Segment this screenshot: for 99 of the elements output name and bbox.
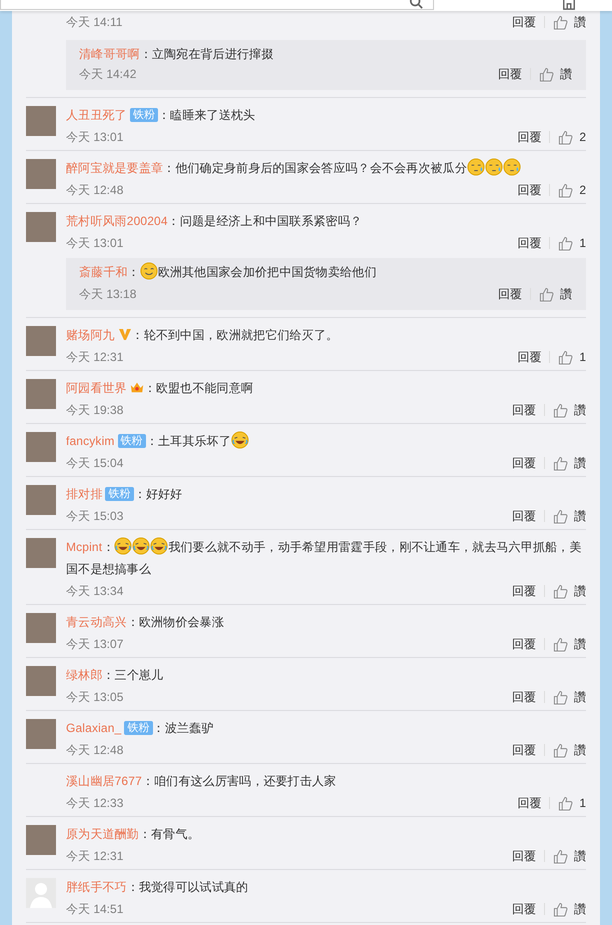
comment-time: 今天 12:33 [66, 794, 124, 812]
like-button[interactable]: 讚 [553, 508, 586, 524]
laughing-emoji-icon [230, 431, 249, 449]
comment-time: 今天 13:18 [79, 286, 136, 302]
comment-time: 今天 14:11 [66, 14, 122, 30]
like-button[interactable]: 1 [558, 236, 586, 250]
reply-link[interactable]: 回覆 [512, 14, 536, 30]
comment-text: 胖纸手不巧：我觉得可以试试真的 [66, 879, 250, 896]
comment-time: 今天 14:42 [79, 66, 136, 82]
comment-time: 今天 12:31 [66, 348, 124, 366]
reply-link[interactable]: 回覆 [517, 348, 542, 366]
reply-link[interactable]: 回覆 [512, 688, 536, 706]
thumbs-up-icon [558, 350, 574, 364]
sweat-emoji-icon [502, 158, 521, 176]
thumbs-up-icon [553, 456, 568, 470]
comment-time: 今天 13:07 [66, 636, 124, 652]
reply-link[interactable]: 回覆 [512, 454, 536, 472]
reply-link[interactable]: 回覆 [512, 636, 536, 652]
thumbs-up-icon [558, 130, 574, 144]
comment-text: 阿园看世界 ：欧盟也不能同意啊 [66, 379, 254, 397]
thumbs-up-icon [553, 584, 568, 598]
comment-time: 今天 12:48 [66, 742, 124, 758]
thumbs-up-icon [553, 848, 568, 864]
like-button[interactable]: 讚 [539, 286, 572, 302]
reply-link[interactable]: 回覆 [512, 848, 536, 864]
reply-link[interactable]: 回覆 [517, 182, 542, 198]
like-button[interactable]: 讚 [539, 66, 572, 82]
like-button[interactable]: 讚 [553, 848, 586, 864]
comment-text: 人丑丑死了 铁粉 ：瞌睡来了送枕头 [66, 107, 256, 124]
comment-time: 今天 14:51 [66, 900, 124, 918]
fan-badge: 铁粉 [118, 434, 146, 448]
laughing-emoji-icon [132, 537, 150, 555]
thumbs-up-icon [539, 66, 554, 82]
like-button[interactable]: 2 [558, 130, 586, 144]
comment-text: 斎藤千和： 欧洲其他国家会加价把中国货物卖给他们 [79, 261, 572, 283]
comment-time: 今天 15:04 [66, 454, 124, 472]
comment-text: 青云动高兴：欧洲物价会暴涨 [66, 614, 225, 631]
comment-text: 绿林郎：三个崽儿 [66, 667, 164, 684]
comment-text: 赌场阿九 ：轮不到中国，欧洲就把它们给灭了。 [66, 326, 340, 344]
comment-text: Mcpint： 我们要么就不动手，动手希望用雷霆手段，刚不让通车，就去马六甲抓船，美国不是想搞事么 [66, 536, 586, 580]
thumbs-up-icon [558, 796, 574, 810]
comment-text: 醉阿宝就是要盖章：他们确定身前身后的国家会答应吗？会不会再次被瓜分 [66, 157, 586, 179]
like-button[interactable]: 2 [558, 182, 586, 198]
thumbs-up-icon [539, 286, 554, 302]
comment-text: Galaxian_ 铁粉 ：波兰蠢驴 [66, 720, 214, 737]
home-icon[interactable] [562, 0, 576, 10]
reply-link[interactable]: 回覆 [517, 794, 542, 812]
like-button[interactable]: 讚 [553, 14, 586, 30]
reply-link[interactable]: 回覆 [517, 234, 542, 252]
comment-time: 今天 13:05 [66, 688, 124, 706]
thumbs-up-icon [553, 690, 568, 704]
v-badge-icon [118, 327, 132, 341]
comment-time: 今天 15:03 [66, 508, 124, 524]
comment-time: 今天 19:38 [66, 402, 124, 418]
sweat-emoji-icon [466, 158, 485, 176]
comment-text: 排对排 铁粉 ：好好好 [66, 486, 184, 503]
thumbs-up-icon [553, 636, 568, 652]
comment-text: fancykim 铁粉 ：土耳其乐坏了 [66, 430, 586, 452]
like-button[interactable]: 讚 [553, 688, 586, 706]
fan-badge: 铁粉 [124, 721, 153, 735]
smiling-emoji-icon [140, 262, 158, 280]
like-button[interactable]: 讚 [553, 582, 586, 600]
reply-link[interactable]: 回覆 [512, 900, 536, 918]
comment-text: 溪山幽居7677：咱们有这么厉害吗，还要打击人家 [66, 773, 338, 790]
thumbs-up-icon [553, 508, 568, 524]
crown-badge-icon [130, 380, 144, 394]
thumbs-up-icon [553, 402, 568, 418]
reply-link[interactable]: 回覆 [517, 128, 542, 146]
laughing-emoji-icon [150, 537, 168, 555]
fan-badge: 铁粉 [130, 108, 158, 122]
sweat-emoji-icon [484, 158, 503, 176]
thumbs-up-icon [558, 236, 574, 250]
like-button[interactable]: 讚 [553, 900, 586, 918]
comment-time: 今天 13:01 [66, 234, 124, 252]
thumbs-up-icon [553, 742, 568, 758]
comment-time: 今天 12:31 [66, 848, 124, 864]
like-button[interactable]: 讚 [553, 454, 586, 472]
comment-text: 荒村听风雨200204：问题是经济上和中国联系紧密吗？ [66, 213, 364, 230]
comment-time: 今天 13:34 [66, 582, 124, 600]
thumbs-up-icon [558, 182, 574, 198]
like-button[interactable]: 讚 [553, 636, 586, 652]
thumbs-up-icon [553, 902, 568, 916]
fan-badge: 铁粉 [105, 487, 134, 501]
comment-text: 清峰哥哥啊：立陶宛在背后进行撺掇 [79, 46, 274, 63]
reply-link[interactable]: 回覆 [512, 742, 536, 758]
comment-time: 今天 12:48 [66, 182, 124, 198]
reply-link[interactable]: 回覆 [498, 66, 522, 82]
reply-link[interactable]: 回覆 [512, 402, 536, 418]
reply-link[interactable]: 回覆 [512, 582, 536, 600]
like-button[interactable]: 1 [558, 350, 586, 364]
like-button[interactable]: 讚 [553, 402, 586, 418]
laughing-emoji-icon [114, 537, 132, 555]
reply-link[interactable]: 回覆 [512, 508, 536, 524]
reply-link[interactable]: 回覆 [498, 286, 522, 302]
thumbs-up-icon [553, 14, 568, 30]
comment-text: 原为天道酬勤：有骨气。 [66, 826, 201, 843]
like-button[interactable]: 讚 [553, 742, 586, 758]
comment-time: 今天 13:01 [66, 128, 124, 146]
like-button[interactable]: 1 [558, 796, 586, 810]
